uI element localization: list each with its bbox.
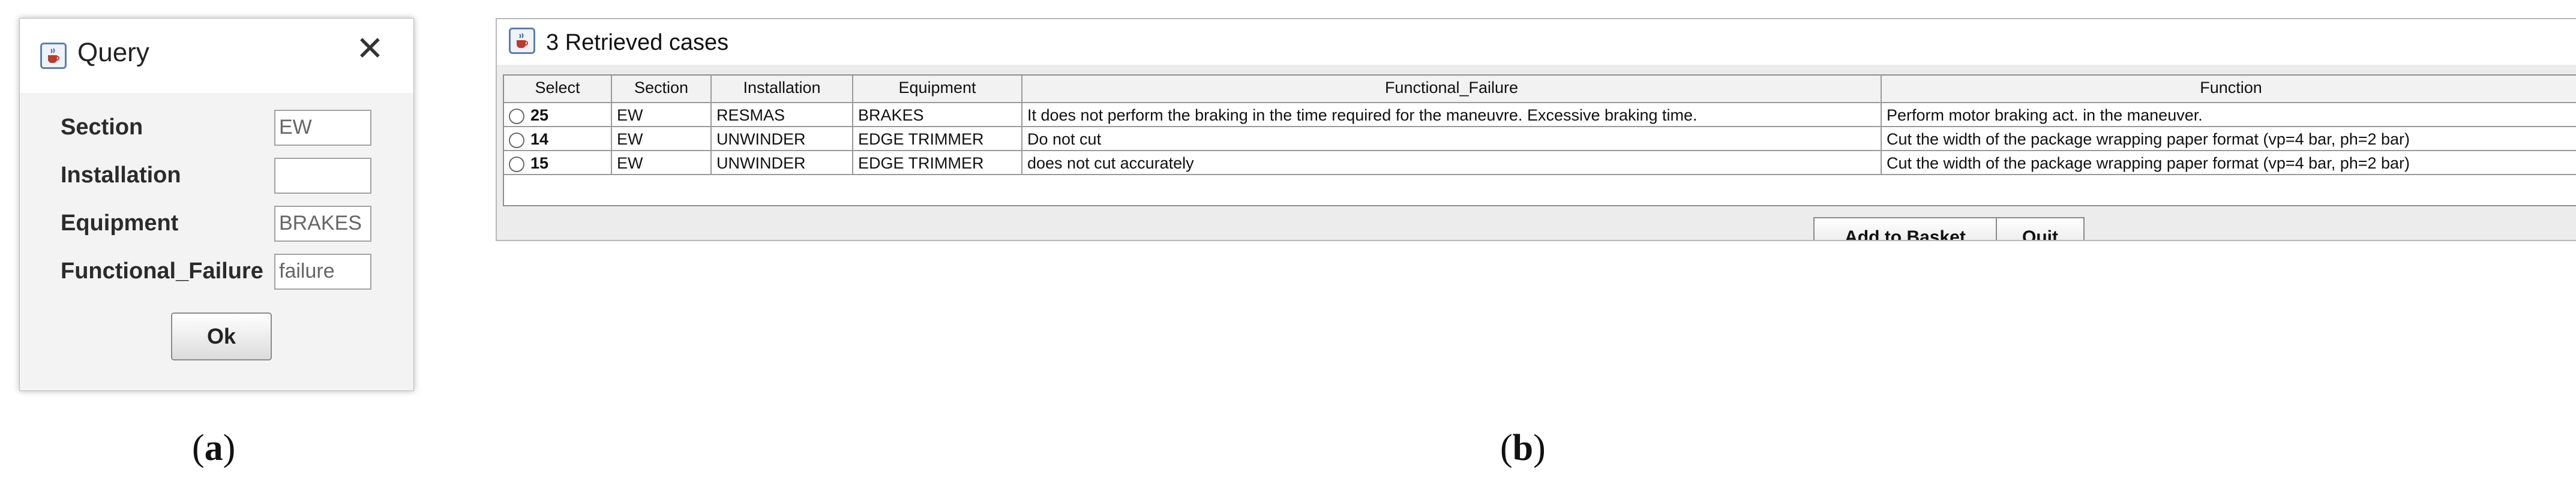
table-cell-installation: RESMAS <box>712 103 853 127</box>
java-app-icon <box>40 43 67 69</box>
case-id: 25 <box>530 106 549 124</box>
caption-a-letter: a <box>204 428 223 468</box>
functional-failure-input[interactable]: failure <box>274 254 371 290</box>
table-cell-section: EW <box>612 151 712 175</box>
cases-title-bar: 3 Retrieved cases <box>497 19 2576 65</box>
equipment-label: Equipment <box>61 211 179 236</box>
case-id: 15 <box>530 154 549 172</box>
case-id: 14 <box>530 130 549 148</box>
section-input[interactable]: EW <box>274 110 371 146</box>
query-title-bar: Query ✕ <box>20 19 413 93</box>
table-cell-equipment: EDGE TRIMMER <box>853 151 1022 175</box>
table-cell-function: Cut the width of the package wrapping pa… <box>1882 151 2576 175</box>
radio-button-icon[interactable] <box>509 109 524 124</box>
ok-button[interactable]: Ok <box>171 312 272 360</box>
column-header-functional-failure[interactable]: Functional_Failure <box>1022 76 1882 103</box>
installation-input[interactable] <box>274 158 371 194</box>
section-label: Section <box>61 115 143 140</box>
cases-table: Select Section Installation Equipment Fu… <box>503 74 2576 206</box>
query-dialog: Query ✕ Section EW Installation Equipmen… <box>19 18 414 391</box>
caption-a-close: ) <box>223 428 236 468</box>
table-cell-equipment: EDGE TRIMMER <box>853 127 1022 151</box>
equipment-input[interactable]: BRAKES <box>274 206 371 242</box>
close-icon[interactable]: ✕ <box>356 32 384 65</box>
add-to-basket-button[interactable]: Add to Basket <box>1813 217 1997 240</box>
quit-button[interactable]: Quit <box>1996 217 2085 240</box>
caption-b-letter: b <box>1512 428 1534 468</box>
table-row-select[interactable]: 15 <box>504 151 612 175</box>
caption-a: (a) <box>192 427 235 470</box>
column-header-section[interactable]: Section <box>612 76 712 103</box>
cases-title: 3 Retrieved cases <box>546 30 729 55</box>
functional-failure-label: Functional_Failure <box>61 258 263 284</box>
retrieved-cases-window: 3 Retrieved cases Select Section Install… <box>496 18 2576 241</box>
installation-label: Installation <box>61 163 181 188</box>
caption-b-open: ( <box>1500 428 1513 468</box>
caption-b: (b) <box>1500 427 1546 470</box>
column-header-equipment[interactable]: Equipment <box>853 76 1022 103</box>
table-cell-equipment: BRAKES <box>853 103 1022 127</box>
table-cell-installation: UNWINDER <box>712 151 853 175</box>
radio-button-icon[interactable] <box>509 157 524 172</box>
table-cell-section: EW <box>612 103 712 127</box>
table-cell-section: EW <box>612 127 712 151</box>
query-title: Query <box>77 38 149 67</box>
table-cell-functional-failure: does not cut accurately <box>1022 151 1882 175</box>
radio-button-icon[interactable] <box>509 133 524 148</box>
column-header-select[interactable]: Select <box>504 76 612 103</box>
table-row-select[interactable]: 25 <box>504 103 612 127</box>
table-row-select[interactable]: 14 <box>504 127 612 151</box>
java-app-icon <box>509 28 535 54</box>
table-cell-installation: UNWINDER <box>712 127 853 151</box>
table-cell-functional-failure: Do not cut <box>1022 127 1882 151</box>
table-cell-functional-failure: It does not perform the braking in the t… <box>1022 103 1882 127</box>
column-header-function[interactable]: Function <box>1882 76 2576 103</box>
table-cell-function: Perform motor braking act. in the maneuv… <box>1882 103 2576 127</box>
caption-a-open: ( <box>192 428 205 468</box>
column-header-installation[interactable]: Installation <box>712 76 853 103</box>
caption-b-close: ) <box>1533 428 1546 468</box>
table-cell-function: Cut the width of the package wrapping pa… <box>1882 127 2576 151</box>
